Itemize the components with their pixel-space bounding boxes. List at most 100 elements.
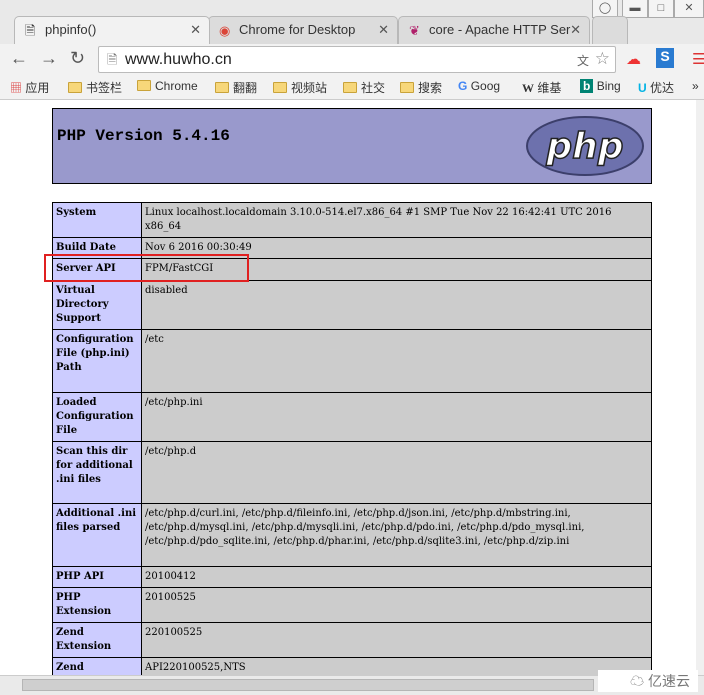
- bookmark-label: 应用: [25, 81, 50, 95]
- table-row: Scan this dir for additional .ini files /…: [52, 441, 652, 504]
- folder-icon: [137, 80, 151, 91]
- row-value: Linux localhost.localdomain 3.10.0-514.e…: [141, 202, 652, 238]
- tab-label: Chrome for Desktop: [239, 22, 356, 37]
- close-tab-icon[interactable]: ✕: [190, 22, 201, 38]
- row-value: 20100525: [141, 587, 652, 623]
- bookmark-label: Goog: [470, 79, 501, 93]
- watermark: ☁ 亿速云: [598, 670, 698, 692]
- table-row: PHP Extension 20100525: [52, 587, 652, 623]
- vertical-scrollbar[interactable]: [696, 100, 704, 675]
- highlight-box: [44, 254, 249, 282]
- row-key: PHP API: [52, 566, 142, 588]
- google-icon: G: [458, 79, 468, 93]
- tab-chrome-for-desktop[interactable]: ◉ Chrome for Desktop ✕: [208, 16, 398, 44]
- bookmark-apps[interactable]: ▦ 应用: [10, 79, 49, 96]
- forward-icon[interactable]: →: [40, 48, 58, 69]
- back-icon[interactable]: ←: [10, 48, 28, 69]
- cloud-logo-icon: ☁: [630, 673, 645, 689]
- row-key: Additional .ini files parsed: [52, 503, 142, 567]
- menu-icon[interactable]: ☰: [692, 50, 704, 68]
- row-key: Zend Extension: [52, 657, 142, 675]
- close-tab-icon[interactable]: ✕: [378, 22, 389, 38]
- bookmark-folder[interactable]: 搜索: [400, 79, 442, 96]
- bookmark-folder[interactable]: 社交: [343, 79, 385, 96]
- table-row: PHP API 20100412: [52, 566, 652, 588]
- pdf-cloud-icon[interactable]: ☁: [626, 50, 641, 68]
- minimize-button[interactable]: ▬: [622, 0, 648, 18]
- row-value: 220100525: [141, 622, 652, 658]
- close-tab-icon[interactable]: ✕: [570, 22, 581, 38]
- toolbar: ← → ↻ 🗎 www.huwho.cn 文 ☆ ☁ S ☰: [0, 44, 704, 74]
- row-key: Loaded Configuration File: [52, 392, 142, 442]
- translate-icon[interactable]: 文: [577, 52, 589, 69]
- bookmark-folder[interactable]: 书签栏: [68, 79, 122, 96]
- address-bar[interactable]: 🗎 www.huwho.cn 文 ☆: [98, 46, 616, 73]
- bookmark-label: Bing: [596, 79, 621, 93]
- bookmark-folder[interactable]: 视频站: [273, 79, 327, 96]
- row-value: /etc/php.d/curl.ini, /etc/php.d/fileinfo…: [141, 503, 652, 567]
- reload-icon[interactable]: ↻: [70, 48, 85, 69]
- extension-s-icon[interactable]: S: [656, 48, 674, 68]
- bookmark-label: 社交: [361, 81, 386, 95]
- bookmark-label: 优达: [650, 81, 675, 95]
- url-text: www.huwho.cn: [125, 51, 232, 68]
- table-row: Zend Extension 220100525: [52, 622, 652, 658]
- row-key: Virtual Directory Support: [52, 280, 142, 330]
- row-key: Zend Extension: [52, 622, 142, 658]
- bookmark-label: 搜索: [418, 81, 443, 95]
- svg-text:php: php: [545, 126, 623, 167]
- table-row: Zend ExtensionAPI220100525,NTS: [52, 657, 652, 675]
- bing-icon: b: [580, 79, 594, 93]
- row-value: /etc: [141, 329, 652, 393]
- table-row: Additional .ini files parsed/etc/php.d/c…: [52, 503, 652, 567]
- close-window-button[interactable]: ✕: [674, 0, 704, 18]
- row-value: /etc/php.d: [141, 441, 652, 504]
- bookmark-label: 视频站: [291, 81, 328, 95]
- page-icon: 🗎: [25, 23, 36, 38]
- bookmark-folder[interactable]: Chrome: [137, 79, 198, 93]
- table-row: Loaded Configuration File/etc/php.ini: [52, 392, 652, 442]
- page-content: PHP Version 5.4.16 php System Linux local…: [0, 100, 704, 675]
- more-bookmarks-button[interactable]: »: [692, 79, 699, 93]
- bookmark-udacity[interactable]: U 优达: [638, 79, 674, 96]
- row-value: API220100525,NTS: [141, 657, 652, 675]
- tab-apache-core[interactable]: ❦ core - Apache HTTP Ser ✕: [398, 16, 590, 44]
- row-key: System: [52, 202, 142, 238]
- php-version-title: PHP Version 5.4.16: [57, 127, 230, 145]
- bookmark-label: 翻翻: [233, 81, 258, 95]
- title-bar: ◯ ▬ □ ✕ 🗎 phpinfo() ✕ ◉ Chrome for Deskt…: [0, 0, 704, 44]
- table-row: Configuration File (php.ini) Path/etc: [52, 329, 652, 393]
- watermark-text: 亿速云: [648, 673, 690, 689]
- folder-icon: [400, 82, 414, 93]
- bookmark-folder[interactable]: 翻翻: [215, 79, 257, 96]
- row-value: /etc/php.ini: [141, 392, 652, 442]
- bookmark-wikipedia[interactable]: W 维基: [522, 79, 561, 96]
- browser-chrome: ◯ ▬ □ ✕ 🗎 phpinfo() ✕ ◉ Chrome for Deskt…: [0, 0, 704, 100]
- php-logo: php: [526, 116, 644, 176]
- apache-feather-icon: ❦: [409, 23, 420, 38]
- bookmark-label: 维基: [537, 81, 562, 95]
- star-icon[interactable]: ☆: [595, 49, 610, 69]
- maximize-button[interactable]: □: [648, 0, 674, 18]
- udacity-icon: U: [638, 81, 647, 95]
- php-header: PHP Version 5.4.16 php: [52, 108, 652, 184]
- row-key: Scan this dir for additional .ini files: [52, 441, 142, 504]
- folder-icon: [215, 82, 229, 93]
- tab-label: core - Apache HTTP Ser: [429, 22, 571, 37]
- bookmarks-bar: ▦ 应用 书签栏 Chrome 翻翻 视频站 社交 搜索 G Goog W 维基…: [0, 74, 704, 99]
- scrollbar-thumb[interactable]: [22, 679, 594, 691]
- new-tab-button[interactable]: [592, 16, 628, 44]
- page-icon: 🗎: [107, 52, 118, 67]
- row-value: disabled: [141, 280, 652, 330]
- row-value: 20100412: [141, 566, 652, 588]
- bookmark-bing[interactable]: b Bing: [580, 79, 621, 93]
- table-row: System Linux localhost.localdomain 3.10.0…: [52, 202, 652, 238]
- folder-icon: [273, 82, 287, 93]
- bookmark-google[interactable]: G Goog: [458, 79, 500, 93]
- wikipedia-icon: W: [522, 81, 534, 95]
- tab-phpinfo[interactable]: 🗎 phpinfo() ✕: [14, 16, 210, 44]
- folder-icon: [68, 82, 82, 93]
- row-key: Configuration File (php.ini) Path: [52, 329, 142, 393]
- tab-label: phpinfo(): [45, 22, 97, 37]
- row-key: PHP Extension: [52, 587, 142, 623]
